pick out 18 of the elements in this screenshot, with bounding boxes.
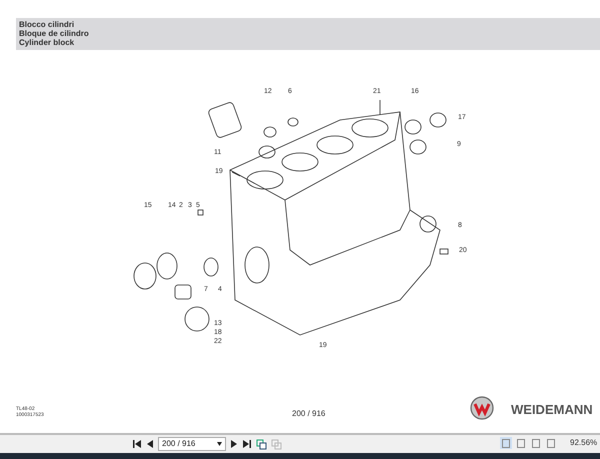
page-field[interactable]: 200 / 916 [158,437,226,451]
section-title: Blocco cilindri [19,20,76,29]
logo-icon [470,396,494,420]
view-mode-button[interactable] [515,437,527,449]
view-mode-button[interactable] [500,437,512,449]
first-page-icon[interactable] [132,439,142,449]
section-title: Bloque de cilindro [19,29,90,38]
pages-icon[interactable] [256,438,267,450]
brand-name: WEIDEMANN [511,401,593,419]
dropdown-caret-icon [217,442,222,446]
section-title: Cylinder block [19,38,76,47]
page-number: 200 / 916 [292,408,326,420]
previous-page-icon[interactable] [146,439,154,449]
next-page-icon[interactable] [230,439,238,449]
view-mode-button[interactable] [530,437,542,449]
zoom-level: 92.56% [570,437,598,449]
last-page-icon[interactable] [242,439,252,449]
view-mode-button[interactable] [545,437,557,449]
